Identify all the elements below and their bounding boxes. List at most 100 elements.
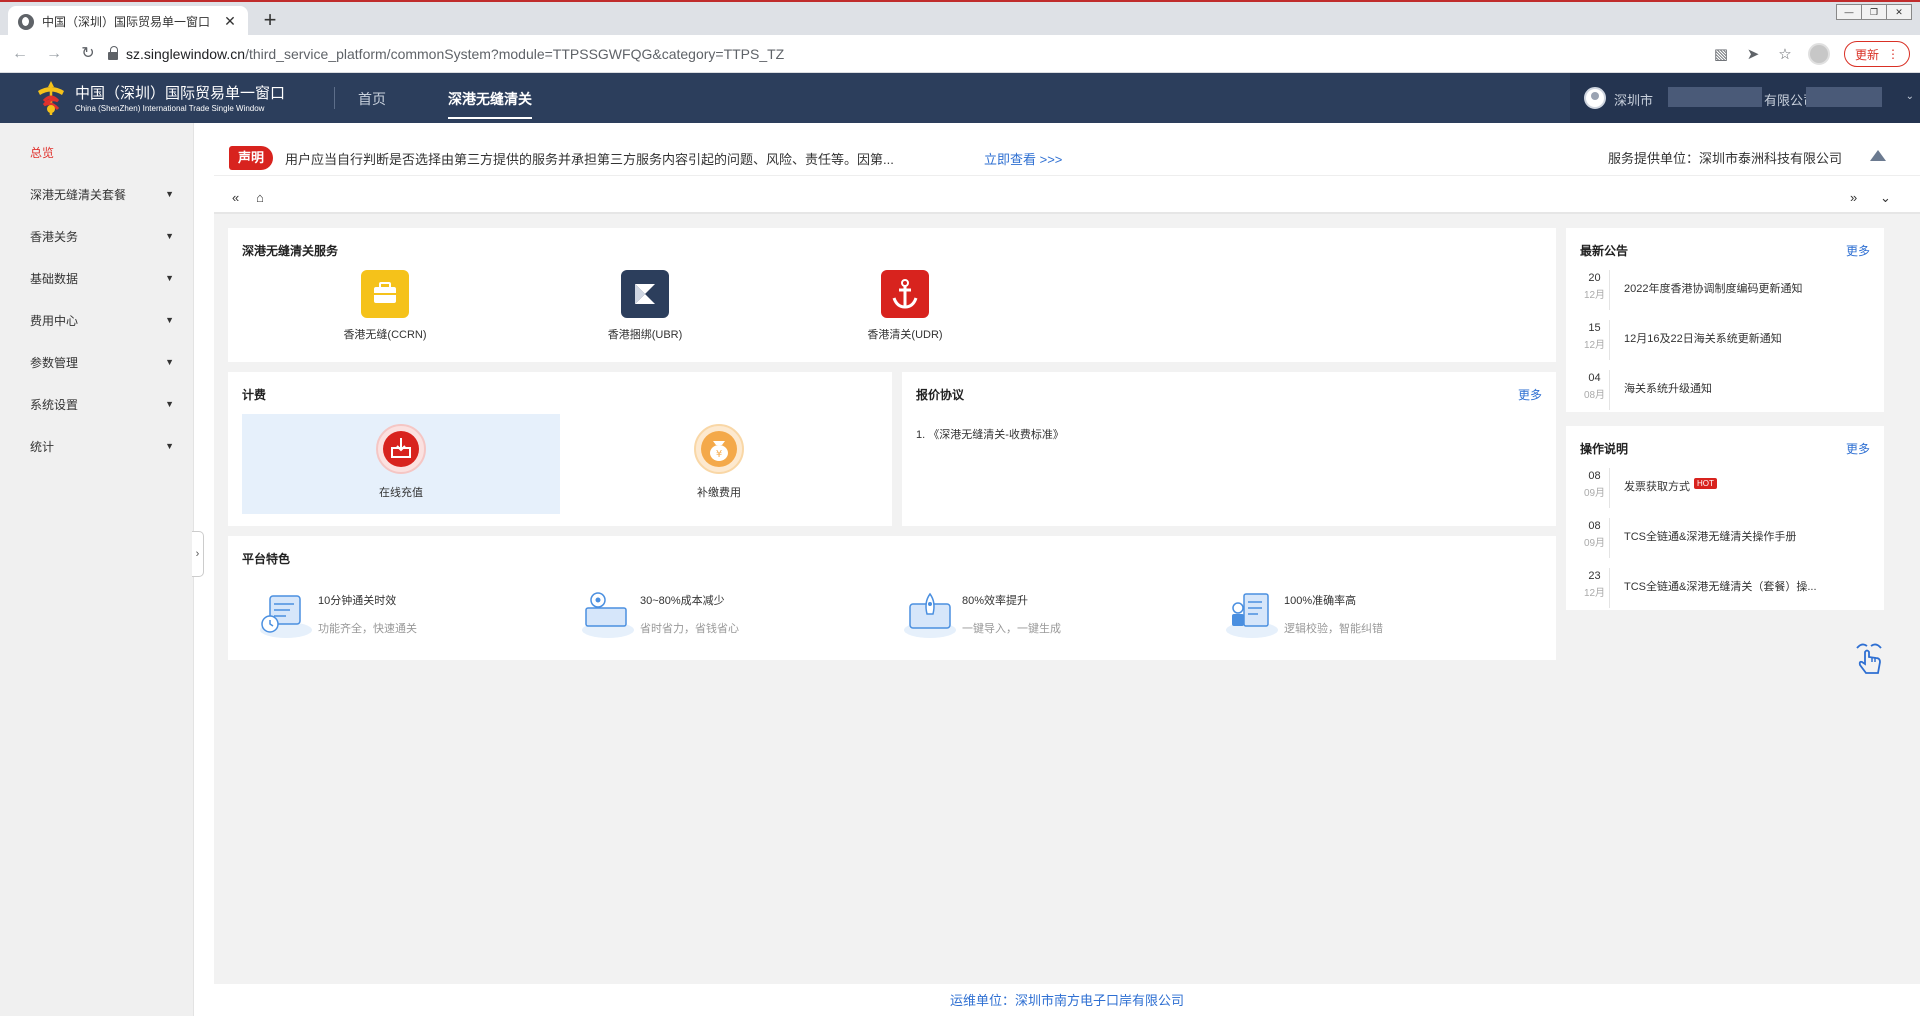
sidebar-item-params[interactable]: 参数管理 ▼ (0, 341, 194, 383)
brand-title: 中国（深圳）国际贸易单一窗口 (75, 85, 286, 102)
feature-title: 10分钟通关时效 (318, 595, 397, 607)
caret-down-icon: ▼ (165, 231, 174, 241)
star-icon[interactable]: ☆ (1776, 45, 1794, 63)
restore-button[interactable]: ❐ (1861, 4, 1887, 20)
panel-title: 平台特色 (242, 552, 291, 566)
feature-item: 30~80%成本减少 省时省力，省钱省心 (578, 586, 878, 642)
service-ubr[interactable]: 香港捆绑(UBR) (585, 270, 705, 342)
date-day: 04 (1588, 372, 1601, 384)
sidebar-item-stats[interactable]: 统计 ▼ (0, 425, 194, 467)
footer-text: 运维单位：深圳市南方电子口岸有限公司 (949, 993, 1184, 1008)
home-icon[interactable]: ⌂ (256, 190, 264, 205)
recharge-button[interactable]: 在线充值 (242, 414, 560, 514)
hand-pointer-icon[interactable] (1854, 640, 1884, 676)
nav-home[interactable]: 首页 (358, 89, 386, 109)
user-menu[interactable]: 深圳市 有限公司 ⌄ (1570, 73, 1920, 123)
instruction-item[interactable]: 08 09月 TCS全链通&深港无缝清关操作手册 (1580, 518, 1870, 558)
instruction-title: TCS全链通&深港无缝清关（套餐）操... (1624, 581, 1817, 593)
service-label: 香港捆绑(UBR) (607, 329, 683, 341)
translate-icon[interactable]: ▧ (1712, 45, 1730, 63)
sidebar-item-package[interactable]: 深港无缝清关套餐 ▼ (0, 173, 194, 215)
new-tab-button[interactable]: + (258, 8, 282, 32)
caret-down-icon: ▼ (165, 273, 174, 283)
footer: 运维单位：深圳市南方电子口岸有限公司 (214, 984, 1920, 1016)
sidebar-item-basic-data[interactable]: 基础数据 ▼ (0, 257, 194, 299)
announcement-item[interactable]: 20 12月 2022年度香港协调制度编码更新通知 (1580, 270, 1870, 310)
minimize-button[interactable]: — (1836, 4, 1862, 20)
profile-avatar[interactable] (1807, 43, 1830, 65)
more-link[interactable]: 更多 (1846, 440, 1870, 457)
date-block: 04 08月 (1580, 370, 1610, 410)
collapse-up-icon[interactable] (1870, 150, 1886, 161)
billing-panel: 计费 在线充值 ¥ 补缴费用 (228, 372, 892, 526)
date-block: 15 12月 (1580, 320, 1610, 360)
date-month: 09月 (1583, 538, 1606, 549)
update-button[interactable]: 更新 ⋮ (1843, 41, 1910, 67)
more-link[interactable]: 更多 (1846, 242, 1870, 259)
chevron-down-icon[interactable]: ⌄ (1880, 190, 1891, 206)
redacted-block (1806, 87, 1882, 107)
user-avatar (1584, 87, 1606, 109)
url-field[interactable]: sz.singlewindow.cn/third_service_platfor… (104, 40, 1704, 68)
menu-dots-icon: ⋮ (1887, 47, 1899, 61)
date-month: 12月 (1583, 290, 1606, 301)
money-bag-icon: ¥ (694, 424, 744, 474)
brand-subtitle: China (ShenZhen) International Trade Sin… (75, 104, 265, 113)
date-block: 08 09月 (1580, 518, 1610, 558)
service-ccrn[interactable]: 香港无缝(CCRN) (325, 270, 445, 342)
tab-title: 中国（深圳）国际贸易单一窗口 (42, 15, 211, 29)
sidebar-item-label: 总览 (30, 145, 55, 160)
sidebar-toggle-button[interactable]: › (192, 531, 204, 577)
feature-subtitle: 功能齐全，快速通关 (318, 623, 417, 635)
sidebar-item-settings[interactable]: 系统设置 ▼ (0, 383, 194, 425)
panel-title: 报价协议 (916, 388, 965, 402)
scroll-left-icon[interactable]: « (232, 190, 239, 205)
services-panel: 深港无缝清关服务 香港无缝(CCRN) 香港捆绑(UBR) 香港清关(UDR) (228, 228, 1556, 362)
browser-tab[interactable]: 中国（深圳）国际贸易单一窗口 ✕ (8, 6, 248, 37)
send-icon[interactable]: ➤ (1744, 45, 1762, 63)
sidebar-item-overview[interactable]: 总览 (0, 131, 194, 173)
caret-down-icon: ▼ (165, 441, 174, 451)
date-block: 23 12月 (1580, 568, 1610, 608)
sidebar-item-hk-customs[interactable]: 香港关务 ▼ (0, 215, 194, 257)
more-link[interactable]: 更多 (1518, 386, 1542, 403)
update-label: 更新 (1854, 47, 1879, 62)
nav-seamless-clearance[interactable]: 深港无缝清关 (448, 89, 532, 119)
service-udr[interactable]: 香港清关(UDR) (845, 270, 965, 342)
instructions-panel: 操作说明 更多 08 09月 发票获取方式 HOT 08 09月 TCS全链通&深… (1566, 426, 1884, 610)
back-button[interactable]: ← (6, 40, 34, 68)
window-close-button[interactable]: ✕ (1886, 4, 1912, 20)
pay-arrears-button[interactable]: ¥ 补缴费用 (560, 414, 878, 514)
scroll-right-icon[interactable]: » (1850, 190, 1857, 205)
announcement-item[interactable]: 15 12月 12月16及22日海关系统更新通知 (1580, 320, 1870, 360)
reload-button[interactable]: ↻ (74, 40, 102, 68)
quote-item-link[interactable]: 1. 《深港无缝清关-收费标准》 (916, 426, 1064, 442)
instruction-item[interactable]: 23 12月 TCS全链通&深港无缝清关（套餐）操... (1580, 568, 1870, 608)
header-divider (334, 87, 335, 109)
instruction-item[interactable]: 08 09月 发票获取方式 HOT (1580, 468, 1870, 508)
billing-label: 补缴费用 (697, 487, 741, 499)
announcement-title: 海关系统升级通知 (1624, 383, 1712, 395)
forward-button[interactable]: → (40, 40, 68, 68)
app-header: 中国（深圳）国际贸易单一窗口 China (ShenZhen) Internat… (0, 73, 1920, 123)
feature-item: 100%准确率高 逻辑校验，智能纠错 (1222, 586, 1522, 642)
caret-down-icon: ▼ (165, 315, 174, 325)
notice-view-link[interactable]: 立即查看 >>> (984, 149, 1062, 168)
date-month: 08月 (1583, 390, 1606, 401)
sidebar-item-label: 香港关务 (30, 229, 79, 244)
instruction-title: TCS全链通&深港无缝清关操作手册 (1624, 531, 1797, 543)
notice-badge: 声明 (229, 146, 273, 170)
date-day: 15 (1588, 322, 1601, 334)
feature-subtitle: 逻辑校验，智能纠错 (1284, 623, 1383, 635)
close-tab-icon[interactable]: ✕ (222, 13, 238, 30)
tab-strip: « ⌂ » ⌄ (214, 186, 1920, 214)
service-provider: 服务提供单位：深圳市泰洲科技有限公司 (1608, 151, 1843, 166)
clearance-time-icon (260, 595, 312, 638)
hot-badge: HOT (1694, 478, 1717, 489)
user-company-prefix: 深圳市 (1614, 93, 1654, 108)
panel-title: 深港无缝清关服务 (242, 244, 339, 258)
announcement-item[interactable]: 04 08月 海关系统升级通知 (1580, 370, 1870, 410)
sidebar-item-fee-center[interactable]: 费用中心 ▼ (0, 299, 194, 341)
sidebar-item-label: 深港无缝清关套餐 (30, 187, 127, 202)
feature-item: 10分钟通关时效 功能齐全，快速通关 (256, 586, 556, 642)
